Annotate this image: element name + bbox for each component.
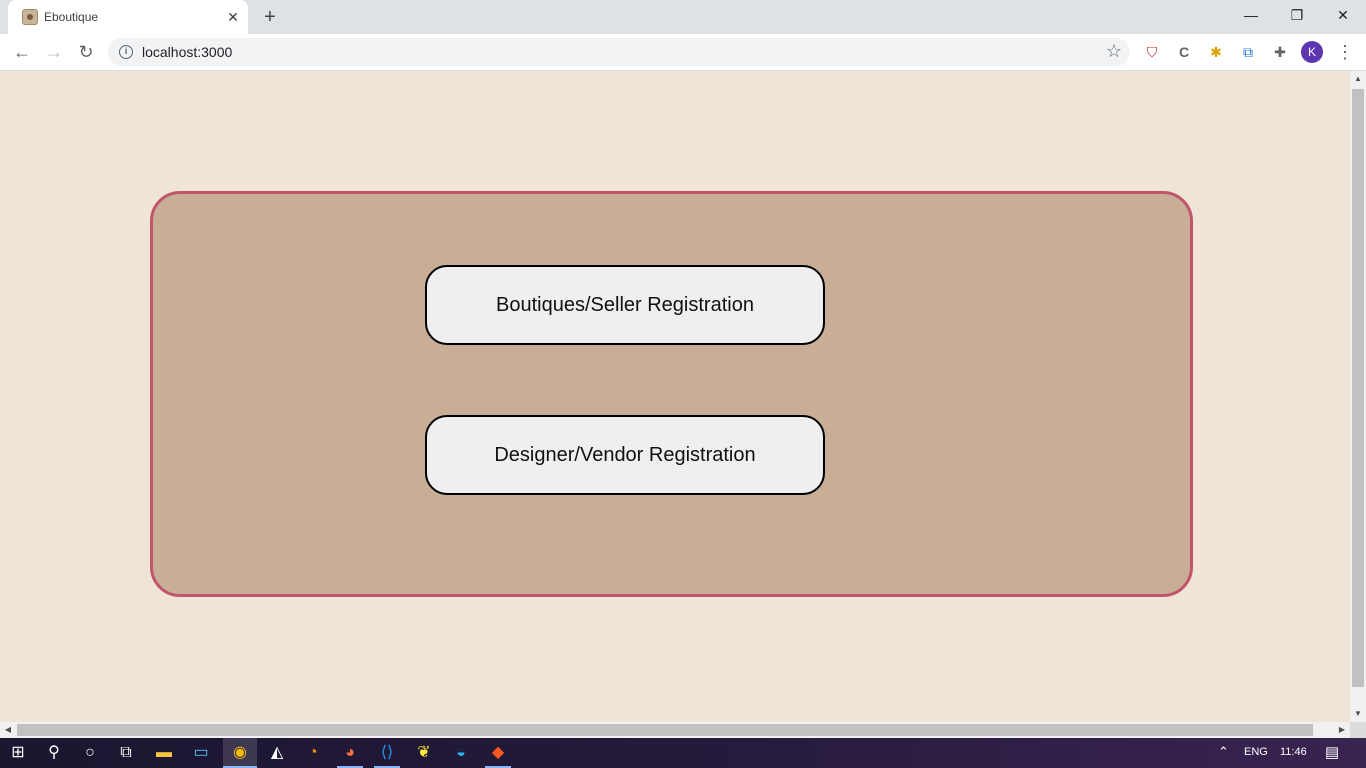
desktop-app-icon[interactable]: ▭ bbox=[189, 741, 213, 765]
extension-bug-icon[interactable]: ✱ bbox=[1206, 42, 1226, 62]
media-player-icon[interactable]: ◭ bbox=[265, 741, 289, 765]
chrome-icon[interactable]: ◉ bbox=[228, 741, 252, 765]
favicon-icon bbox=[22, 9, 38, 25]
browser-toolbar: ← → ↻ i localhost:3000 ☆ ⛉ C ✱ ⧉ ✚ K ⋮ bbox=[0, 34, 1366, 71]
extension-screen-icon[interactable]: ⧉ bbox=[1238, 42, 1258, 62]
notifications-icon[interactable]: ▤ bbox=[1325, 743, 1339, 761]
vscode-icon[interactable]: ⟨⟩ bbox=[375, 741, 399, 765]
boutique-seller-registration-button[interactable]: Boutiques/Seller Registration bbox=[425, 265, 825, 345]
info-icon[interactable]: i bbox=[119, 45, 133, 59]
browser-titlebar: Eboutique ✕ + — ❐ ✕ bbox=[0, 0, 1366, 34]
tab-close-icon[interactable]: ✕ bbox=[224, 8, 242, 26]
scroll-left-icon[interactable]: ◀ bbox=[0, 722, 16, 738]
task-view-icon[interactable]: ⧉ bbox=[114, 741, 138, 765]
browser-tab[interactable]: Eboutique ✕ bbox=[8, 0, 248, 34]
tray-chevron-icon[interactable]: ⌃ bbox=[1218, 744, 1229, 760]
three-dots-icon[interactable]: ⋮ bbox=[1336, 39, 1354, 65]
horizontal-scrollbar[interactable]: ◀ ▶ bbox=[0, 722, 1350, 738]
app-leaf-icon[interactable]: ❦ bbox=[412, 741, 436, 765]
vertical-scroll-thumb[interactable] bbox=[1352, 89, 1364, 687]
profile-avatar[interactable]: K bbox=[1301, 41, 1323, 63]
scroll-up-icon[interactable]: ▲ bbox=[1350, 71, 1366, 87]
extension-c-icon[interactable]: C bbox=[1174, 42, 1194, 62]
star-icon[interactable]: ☆ bbox=[1106, 41, 1122, 62]
new-tab-button[interactable]: + bbox=[258, 5, 282, 29]
address-bar[interactable]: i localhost:3000 ☆ bbox=[108, 38, 1130, 66]
git-icon[interactable]: ◆ bbox=[486, 741, 510, 765]
windows-taskbar: ⊞ ⚲ ○ ⧉ ▬ ▭ ◉ ◭ ◔ ◕ ⟨⟩ ❦ ◒ ◆ ⌃ ENG 11:46… bbox=[0, 738, 1366, 768]
page-viewport: Boutiques/Seller Registration Designer/V… bbox=[0, 71, 1350, 722]
vertical-scrollbar[interactable]: ▲ ▼ bbox=[1350, 71, 1366, 722]
url-text[interactable]: localhost:3000 bbox=[142, 44, 232, 60]
back-arrow-icon[interactable]: ← bbox=[8, 38, 36, 66]
horizontal-scroll-thumb[interactable] bbox=[17, 724, 1313, 736]
tab-title: Eboutique bbox=[44, 10, 99, 24]
designer-vendor-registration-button[interactable]: Designer/Vendor Registration bbox=[425, 415, 825, 495]
scroll-down-icon[interactable]: ▼ bbox=[1350, 706, 1366, 722]
blender-icon[interactable]: ◔ bbox=[301, 741, 325, 765]
scrollbar-corner bbox=[1350, 722, 1366, 738]
extension-shield-icon[interactable]: ⛉ bbox=[1142, 42, 1162, 62]
clock-time[interactable]: 11:46 bbox=[1280, 746, 1307, 758]
cortana-icon[interactable]: ○ bbox=[78, 741, 102, 765]
window-restore-button[interactable]: ❐ bbox=[1274, 0, 1320, 30]
window-close-button[interactable]: ✕ bbox=[1320, 0, 1366, 30]
edge-icon[interactable]: ◒ bbox=[449, 741, 473, 765]
language-indicator[interactable]: ENG bbox=[1244, 746, 1268, 758]
scroll-right-icon[interactable]: ▶ bbox=[1334, 722, 1350, 738]
search-icon[interactable]: ⚲ bbox=[42, 741, 66, 765]
registration-card: Boutiques/Seller Registration Designer/V… bbox=[150, 191, 1193, 597]
windows-start-icon[interactable]: ⊞ bbox=[6, 741, 30, 765]
window-minimize-button[interactable]: — bbox=[1228, 0, 1274, 30]
forward-arrow-icon[interactable]: → bbox=[40, 38, 68, 66]
reload-icon[interactable]: ↻ bbox=[72, 38, 100, 66]
file-explorer-icon[interactable]: ▬ bbox=[152, 741, 176, 765]
puzzle-icon[interactable]: ✚ bbox=[1270, 42, 1290, 62]
firefox-icon[interactable]: ◕ bbox=[338, 741, 362, 765]
